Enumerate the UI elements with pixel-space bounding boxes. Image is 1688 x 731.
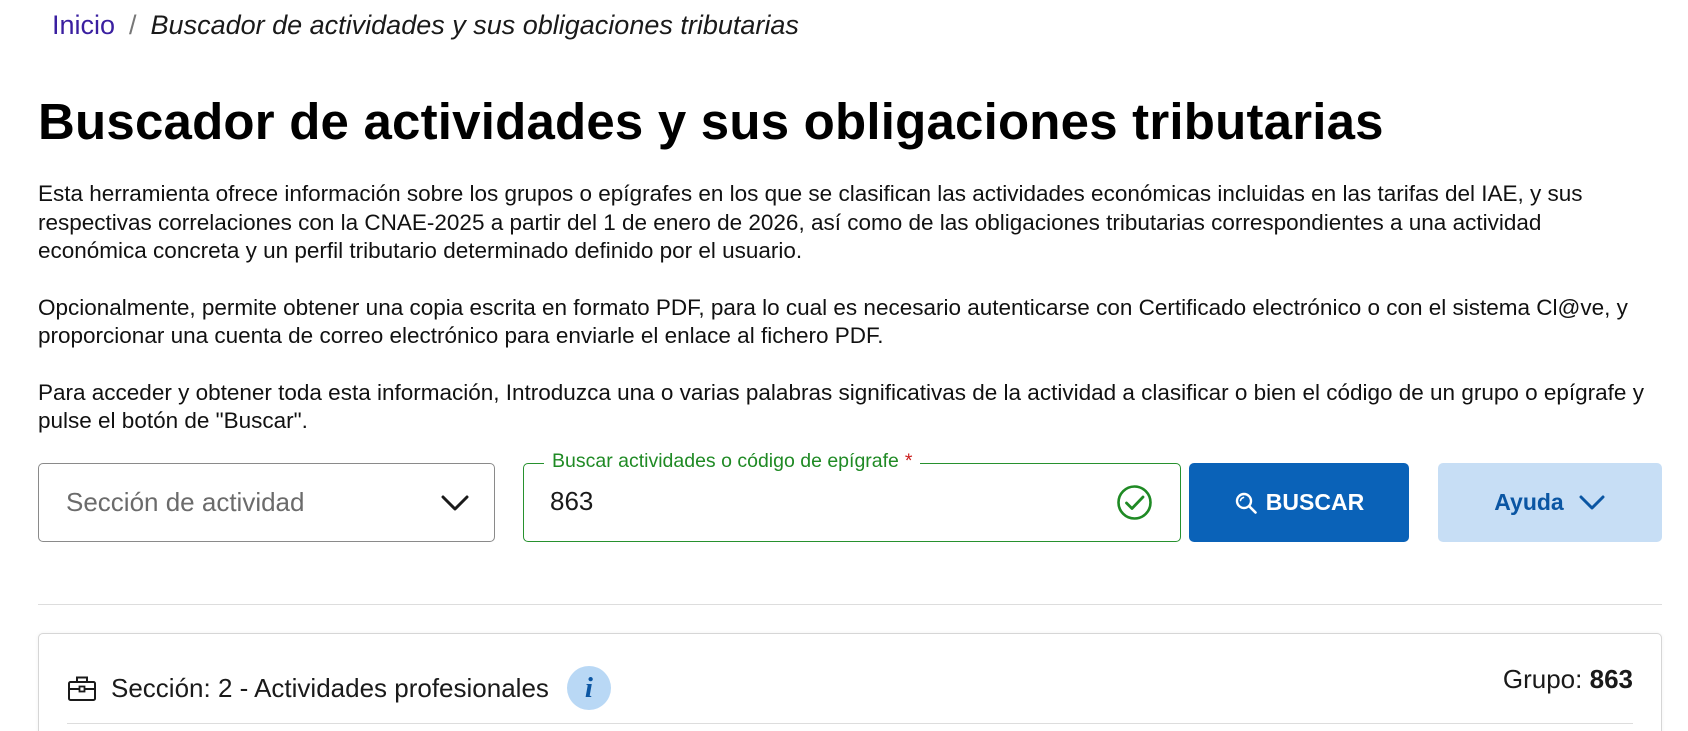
result-group-label: Grupo: (1502, 664, 1583, 694)
info-icon[interactable]: i (566, 666, 611, 710)
breadcrumb: Inicio / Buscador de actividades y sus o… (52, 10, 799, 41)
briefcase-icon (68, 676, 96, 701)
search-form: Sección de actividad Buscar actividades … (38, 450, 1662, 542)
breadcrumb-current: Buscador de actividades y sus obligacion… (150, 10, 799, 40)
section-select[interactable]: Sección de actividad (38, 463, 495, 542)
info-glyph: i (584, 671, 593, 704)
search-field-label-text: Buscar actividades o código de epígrafe (552, 450, 899, 472)
page-title: Buscador de actividades y sus obligacion… (38, 93, 1384, 150)
intro-paragraph-3: Para acceder y obtener toda esta informa… (38, 379, 1644, 434)
result-group: Grupo: 863 (1503, 664, 1633, 695)
section-divider (38, 604, 1662, 605)
intro-paragraph-2: Opcionalmente, permite obtener una copia… (38, 294, 1628, 349)
chevron-down-icon (441, 495, 469, 510)
search-field-label: Buscar actividades o código de epígrafe * (544, 450, 921, 473)
result-section: Sección: 2 - Actividades profesionales i (67, 666, 611, 710)
result-group-value: 863 (1589, 664, 1633, 694)
section-select-placeholder: Sección de actividad (66, 487, 305, 517)
intro-text: Esta herramienta ofrece información sobr… (38, 180, 1650, 464)
required-mark: * (904, 450, 913, 472)
result-section-label: Sección: 2 - Actividades profesionales (111, 672, 549, 703)
buscar-button[interactable]: BUSCAR (1189, 463, 1409, 542)
result-card-divider (67, 723, 1633, 724)
search-icon (1235, 492, 1257, 514)
chevron-down-icon (1579, 495, 1605, 509)
ayuda-button-label: Ayuda (1494, 489, 1564, 515)
result-card: Sección: 2 - Actividades profesionales i… (38, 633, 1662, 731)
search-field: Buscar actividades o código de epígrafe * (523, 450, 1181, 542)
intro-paragraph-1: Esta herramienta ofrece información sobr… (38, 181, 1583, 263)
buscar-button-label: BUSCAR (1265, 489, 1365, 515)
ayuda-button[interactable]: Ayuda (1438, 463, 1662, 542)
search-input[interactable] (550, 480, 1090, 522)
check-circle-icon (1117, 485, 1152, 520)
breadcrumb-home-link[interactable]: Inicio (52, 10, 115, 41)
breadcrumb-separator: / (129, 10, 137, 40)
